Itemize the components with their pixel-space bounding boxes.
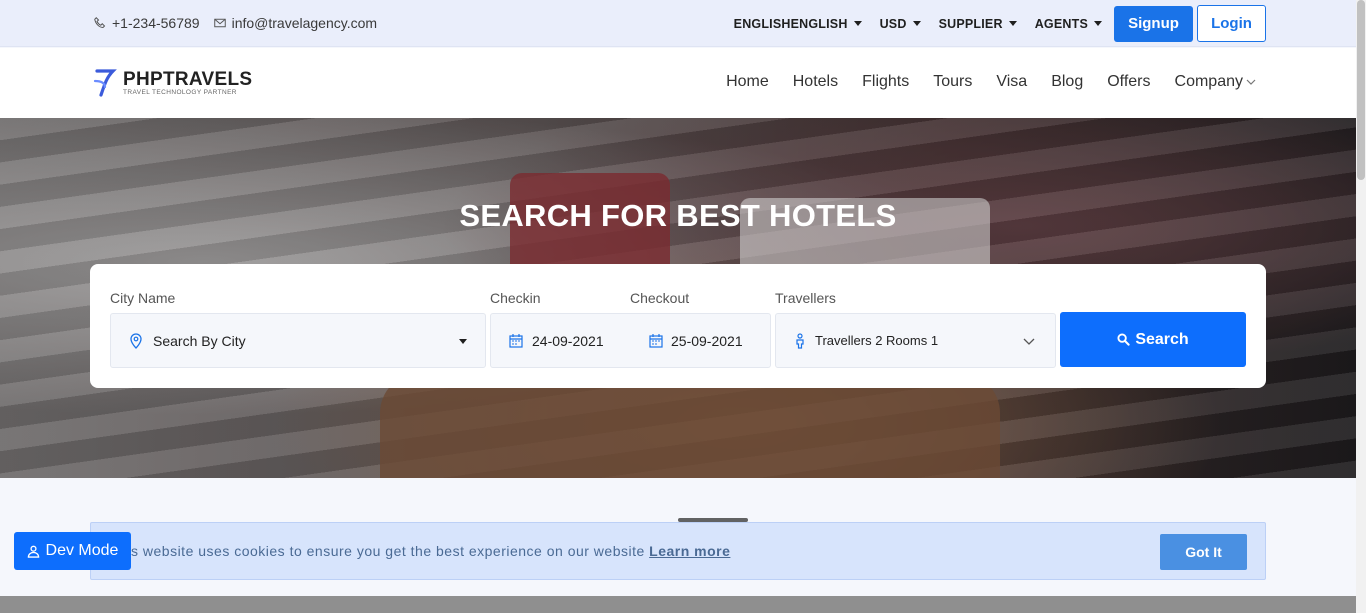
language-label: ENGLISHENGLISH (733, 16, 848, 31)
agents-dropdown[interactable]: AGENTS (1035, 17, 1102, 31)
top-actions: ENGLISHENGLISH USD SUPPLIER AGENTS Signu… (734, 5, 1266, 42)
travellers-dropdown[interactable]: Travellers 2 Rooms 1 (775, 313, 1056, 368)
city-placeholder: Search By City (153, 332, 246, 349)
supplier-dropdown[interactable]: SUPPLIER (939, 17, 1017, 31)
nav-item-home[interactable]: Home (726, 73, 769, 91)
phone-number: +1-234-56789 (112, 15, 200, 31)
caret-down-icon (912, 21, 921, 26)
nav-item-offers[interactable]: Offers (1107, 73, 1150, 91)
caret-down-icon (459, 339, 467, 344)
city-select[interactable]: Search By City (110, 313, 486, 368)
cookie-accept-button[interactable]: Got It (1160, 534, 1247, 570)
login-button[interactable]: Login (1197, 5, 1266, 42)
calendar-icon (509, 333, 523, 348)
search-icon (1117, 333, 1130, 346)
dev-mode-label: Dev Mode (45, 542, 119, 559)
page-bottom-strip (0, 596, 1356, 613)
brand-name: PHPTRAVELS (123, 69, 253, 90)
checkout-label: Checkout (630, 290, 690, 306)
hero-title: SEARCH FOR BEST HOTELS (459, 198, 897, 233)
signup-button[interactable]: Signup (1114, 5, 1193, 42)
caret-down-icon (1008, 21, 1017, 26)
brand-tagline: TRAVEL TECHNOLOGY PARTNER (123, 89, 237, 96)
supplier-label: SUPPLIER (938, 16, 1003, 31)
phone-icon (94, 17, 106, 28)
calendar-icon (649, 333, 663, 348)
main-navbar: PHPTRAVELS TRAVEL TECHNOLOGY PARTNER Hom… (0, 48, 1356, 118)
nav-item-company-label: Company (1174, 73, 1243, 90)
phone-link[interactable]: +1-234-56789 (94, 15, 200, 31)
chevron-down-icon (1023, 338, 1035, 345)
vertical-scrollbar[interactable] (1356, 0, 1366, 613)
nav-menu: Home Hotels Flights Tours Visa Blog Offe… (726, 73, 1256, 91)
user-icon (27, 545, 39, 558)
logo-mark-icon (93, 69, 117, 97)
scrollbar-thumb[interactable] (1357, 0, 1365, 180)
location-pin-icon (130, 332, 142, 349)
logo-text: PHPTRAVELS TRAVEL TECHNOLOGY PARTNER (123, 70, 252, 96)
nav-item-hotels[interactable]: Hotels (793, 73, 838, 91)
currency-label: USD (879, 16, 907, 31)
nav-item-tours[interactable]: Tours (933, 73, 972, 91)
cookie-banner: s website uses cookies to ensure you get… (90, 522, 1266, 580)
nav-item-company[interactable]: Company (1175, 73, 1256, 91)
logo[interactable]: PHPTRAVELS TRAVEL TECHNOLOGY PARTNER (93, 67, 252, 99)
person-icon (796, 332, 804, 349)
checkout-input[interactable]: 25-09-2021 (631, 333, 743, 349)
top-bar: +1-234-56789 info@travelagency.com ENGLI… (0, 0, 1356, 47)
mail-icon (213, 18, 226, 28)
search-button[interactable]: Search (1060, 312, 1246, 367)
hotel-search-form: City Name Checkin Checkout Travellers Se… (90, 264, 1266, 388)
nav-item-blog[interactable]: Blog (1051, 73, 1083, 91)
language-dropdown[interactable]: ENGLISHENGLISH (734, 17, 862, 31)
date-range: 24-09-2021 25-09-2021 (490, 313, 771, 368)
travellers-label: Travellers (775, 290, 836, 306)
chevron-down-icon (1246, 79, 1256, 85)
email-link[interactable]: info@travelagency.com (213, 15, 378, 31)
travellers-value: Travellers 2 Rooms 1 (815, 333, 939, 348)
hero-image-decoration (380, 373, 1000, 478)
nav-item-flights[interactable]: Flights (862, 73, 909, 91)
dev-mode-button[interactable]: Dev Mode (14, 532, 131, 570)
email-address: info@travelagency.com (231, 15, 378, 31)
contact-info: +1-234-56789 info@travelagency.com (94, 15, 377, 31)
learn-more-link[interactable]: Learn more (649, 543, 730, 559)
agents-label: AGENTS (1034, 16, 1088, 31)
currency-dropdown[interactable]: USD (880, 17, 921, 31)
cookie-text: s website uses cookies to ensure you get… (131, 543, 645, 559)
cookie-message: s website uses cookies to ensure you get… (131, 543, 730, 559)
checkin-input[interactable]: 24-09-2021 (491, 333, 631, 349)
checkin-label: Checkin (490, 290, 541, 306)
checkout-value: 25-09-2021 (671, 332, 743, 349)
caret-down-icon (1094, 21, 1102, 26)
checkin-value: 24-09-2021 (532, 332, 604, 349)
city-label: City Name (110, 290, 176, 306)
nav-item-visa[interactable]: Visa (996, 73, 1027, 91)
search-button-label: Search (1135, 330, 1189, 348)
caret-down-icon (853, 21, 862, 26)
